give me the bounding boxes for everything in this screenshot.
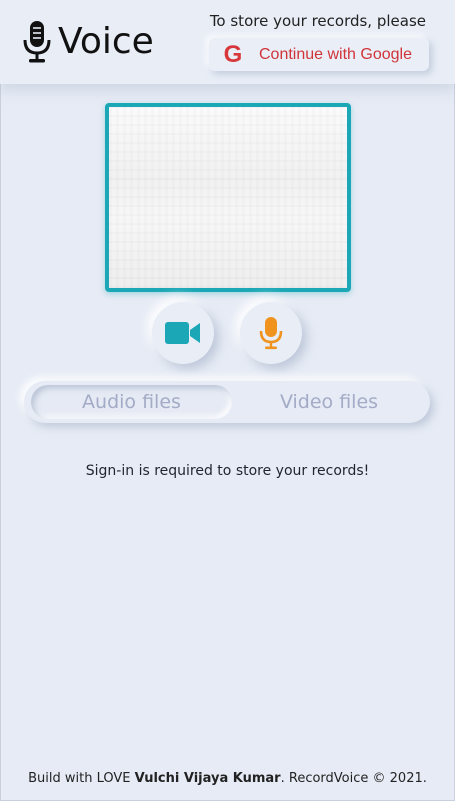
app-logo: Voice (22, 20, 154, 64)
footer-suffix: . RecordVoice © 2021. (280, 771, 427, 786)
google-icon: G (223, 41, 243, 68)
sign-in-required-message: Sign-in is required to store your record… (85, 463, 370, 479)
footer-author: Vulchi Vijaya Kumar (134, 771, 281, 786)
tab-audio-files[interactable]: Audio files (31, 385, 232, 419)
app-header: Voice To store your records, please G Co… (0, 0, 455, 84)
record-audio-button[interactable] (240, 302, 302, 364)
media-preview (105, 103, 351, 292)
microphone-icon (23, 21, 51, 63)
files-tab-bar: Audio files Video files (24, 381, 430, 423)
video-camera-icon (165, 322, 200, 344)
microphone-icon (259, 317, 283, 350)
record-video-button[interactable] (152, 302, 214, 364)
app-name: Voice (58, 21, 154, 62)
google-button-label: Continue with Google (259, 45, 412, 63)
footer-prefix: Build with LOVE (28, 771, 135, 786)
footer: Build with LOVE Vulchi Vijaya Kumar. Rec… (0, 771, 455, 786)
store-records-hint: To store your records, please (209, 12, 426, 30)
tab-video-files[interactable]: Video files (234, 385, 424, 419)
continue-with-google-button[interactable]: G Continue with Google (209, 38, 429, 71)
